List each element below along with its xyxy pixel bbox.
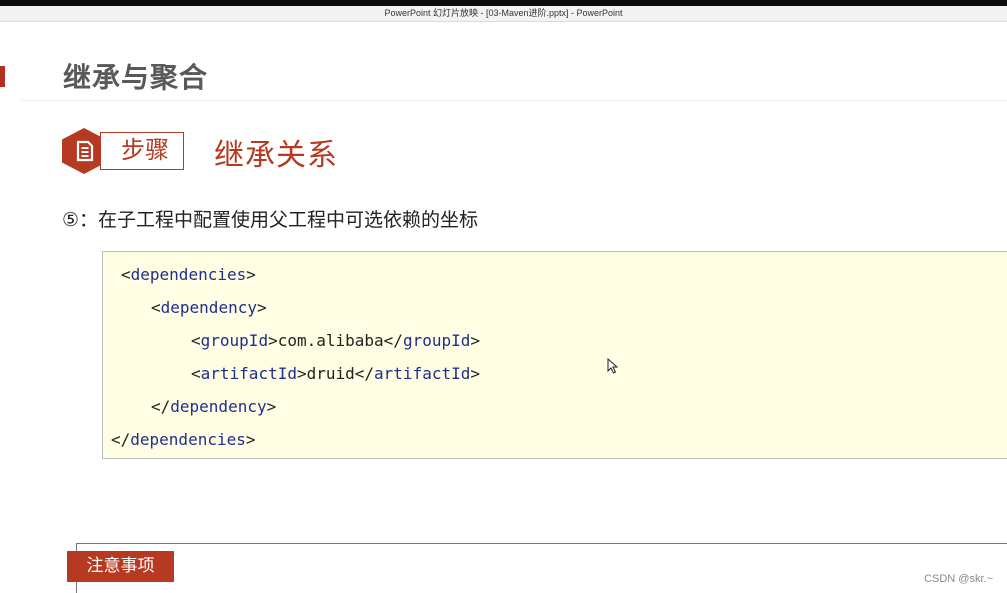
code-line-2: <dependency>	[151, 298, 267, 317]
slide-left-marker	[0, 66, 5, 87]
notice-frame	[76, 543, 1007, 593]
instruction-text: ⑤：在子工程中配置使用父工程中可选依赖的坐标	[62, 209, 479, 231]
code-line-6: </dependencies>	[111, 430, 256, 449]
code-block: <dependencies> <dependency> <groupId>com…	[102, 251, 1007, 459]
title-divider	[20, 100, 1007, 101]
mouse-pointer-icon	[607, 358, 618, 374]
code-line-3: <groupId>com.alibaba</groupId>	[191, 331, 481, 350]
notice-label: 注意事项	[67, 551, 174, 582]
step-label: 步骤	[100, 132, 184, 170]
code-line-1: <dependencies>	[121, 265, 256, 284]
window-title: PowerPoint 幻灯片放映 - [03-Maven进阶.pptx] - P…	[0, 6, 1007, 22]
code-line-5: </dependency>	[151, 397, 277, 416]
step-heading: 继承关系	[214, 138, 338, 173]
code-line-4: <artifactId>druid</artifactId>	[191, 364, 480, 383]
watermark: CSDN @skr.~	[924, 573, 993, 585]
document-list-icon	[76, 140, 94, 162]
slide-title: 继承与聚合	[63, 61, 209, 94]
